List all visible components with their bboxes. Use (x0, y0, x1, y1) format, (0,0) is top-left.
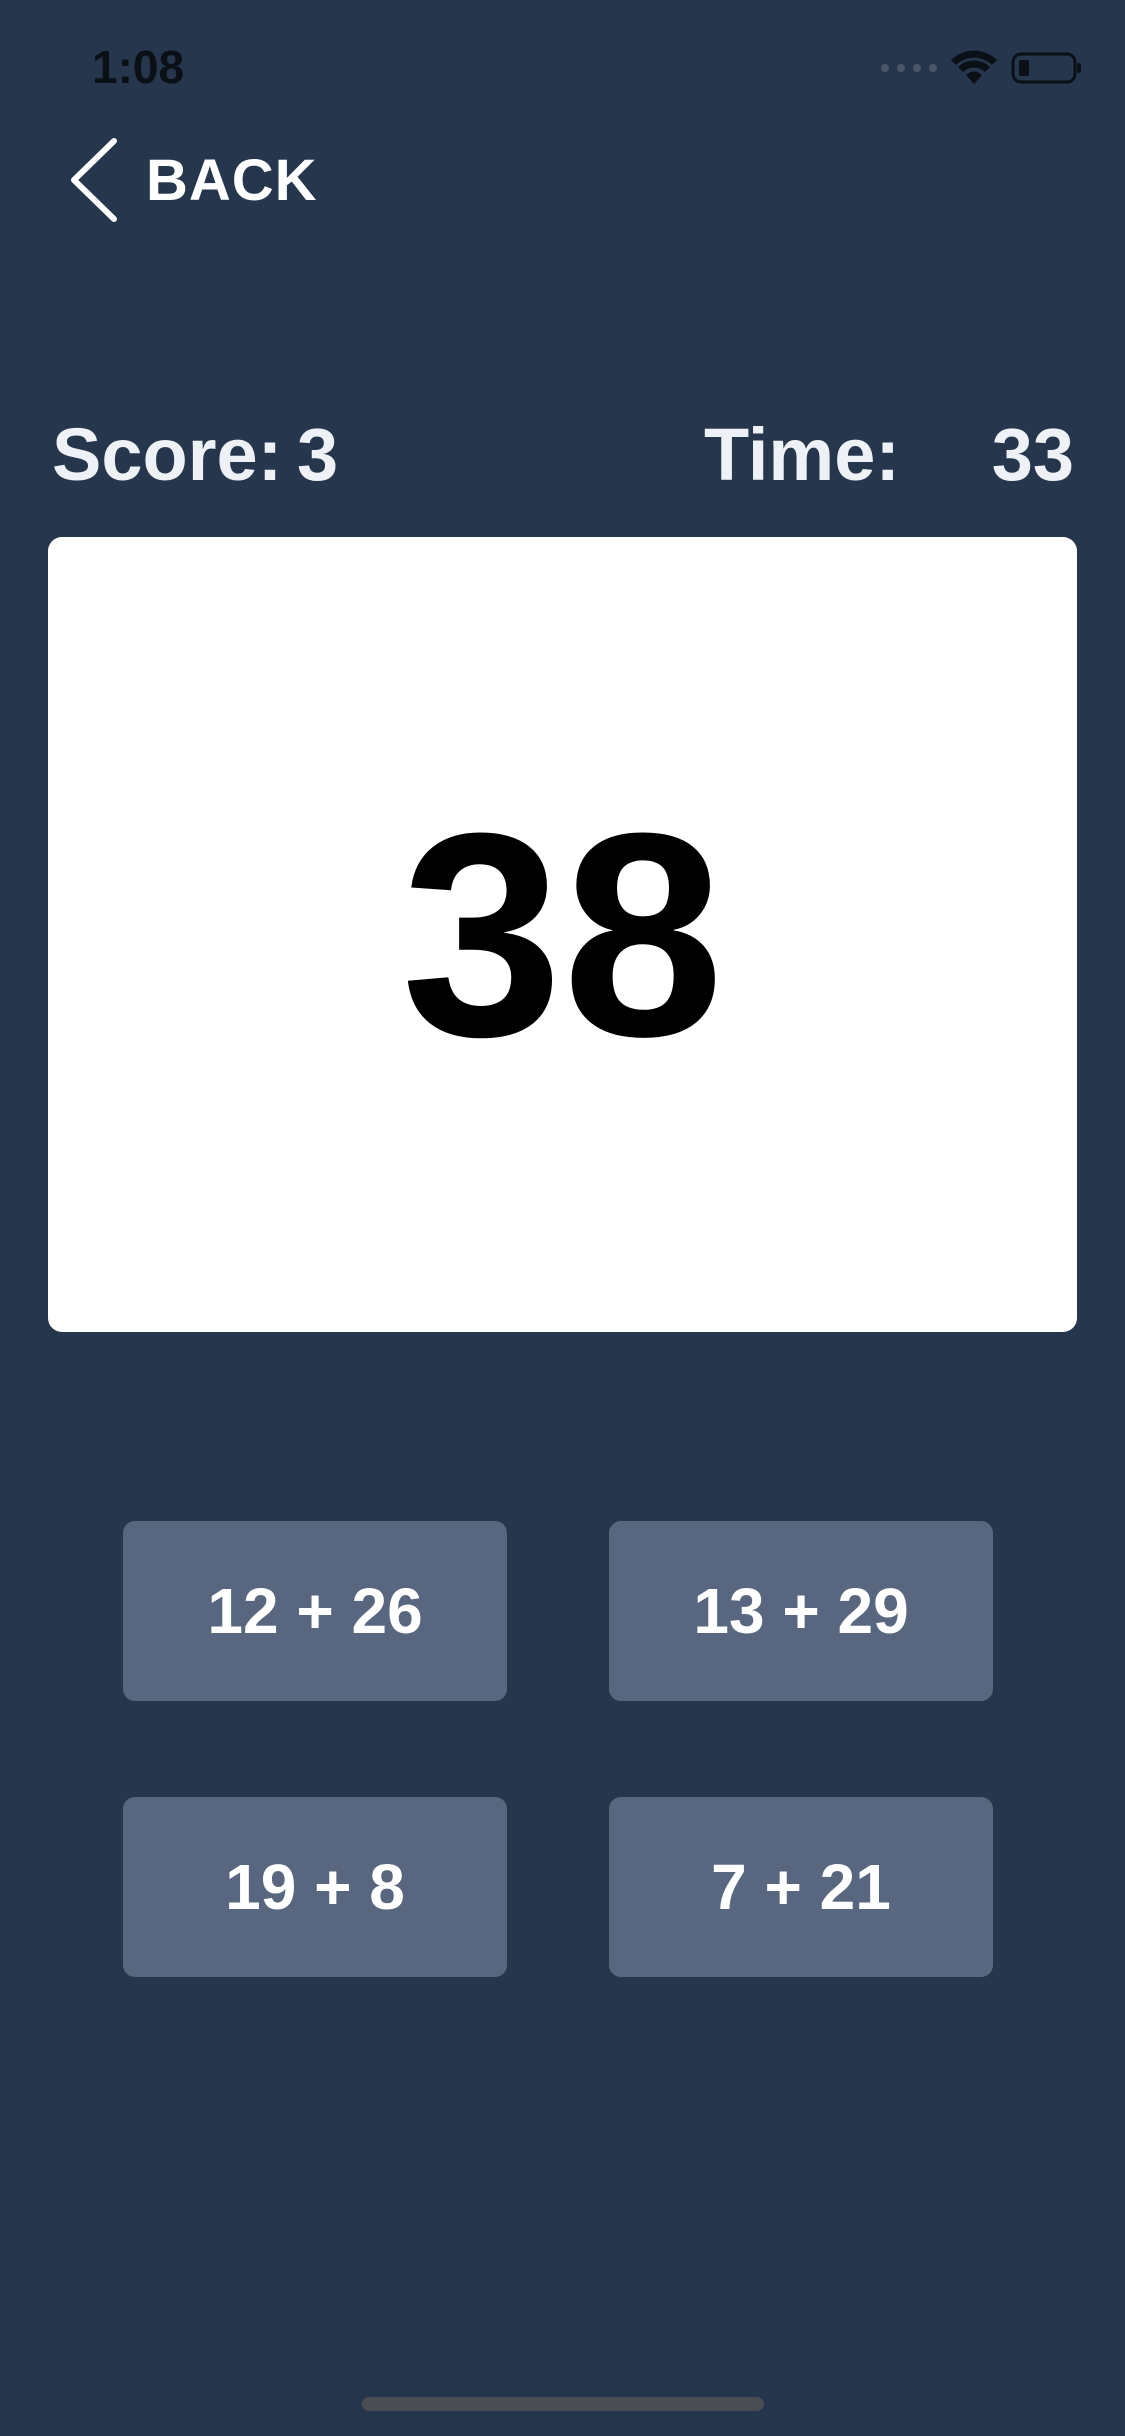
back-button[interactable]: BACK (68, 135, 318, 225)
status-time: 1:08 (92, 41, 185, 93)
home-indicator[interactable] (362, 2397, 764, 2411)
target-card: 38 (48, 537, 1077, 1332)
wifi-icon (951, 50, 997, 84)
time-value: 33 (991, 413, 1074, 496)
answer-button-3[interactable]: 19 + 8 (123, 1797, 507, 1977)
time-label: Time: (704, 413, 901, 496)
status-bar: 1:08 (0, 0, 1125, 130)
answer-button-1[interactable]: 12 + 26 (123, 1521, 507, 1701)
answer-button-2[interactable]: 13 + 29 (609, 1521, 993, 1701)
status-icons (881, 48, 1083, 88)
back-label: BACK (146, 147, 318, 213)
score-label: Score: (52, 413, 283, 496)
answer-button-4[interactable]: 7 + 21 (609, 1797, 993, 1977)
chevron-left-icon (71, 138, 117, 222)
battery-icon (1011, 52, 1081, 84)
target-number: 38 (401, 772, 724, 1097)
score-row: Score: 3 Time: 33 (52, 410, 1074, 500)
cellular-signal-icon (881, 64, 937, 72)
score-value: 3 (297, 413, 339, 496)
